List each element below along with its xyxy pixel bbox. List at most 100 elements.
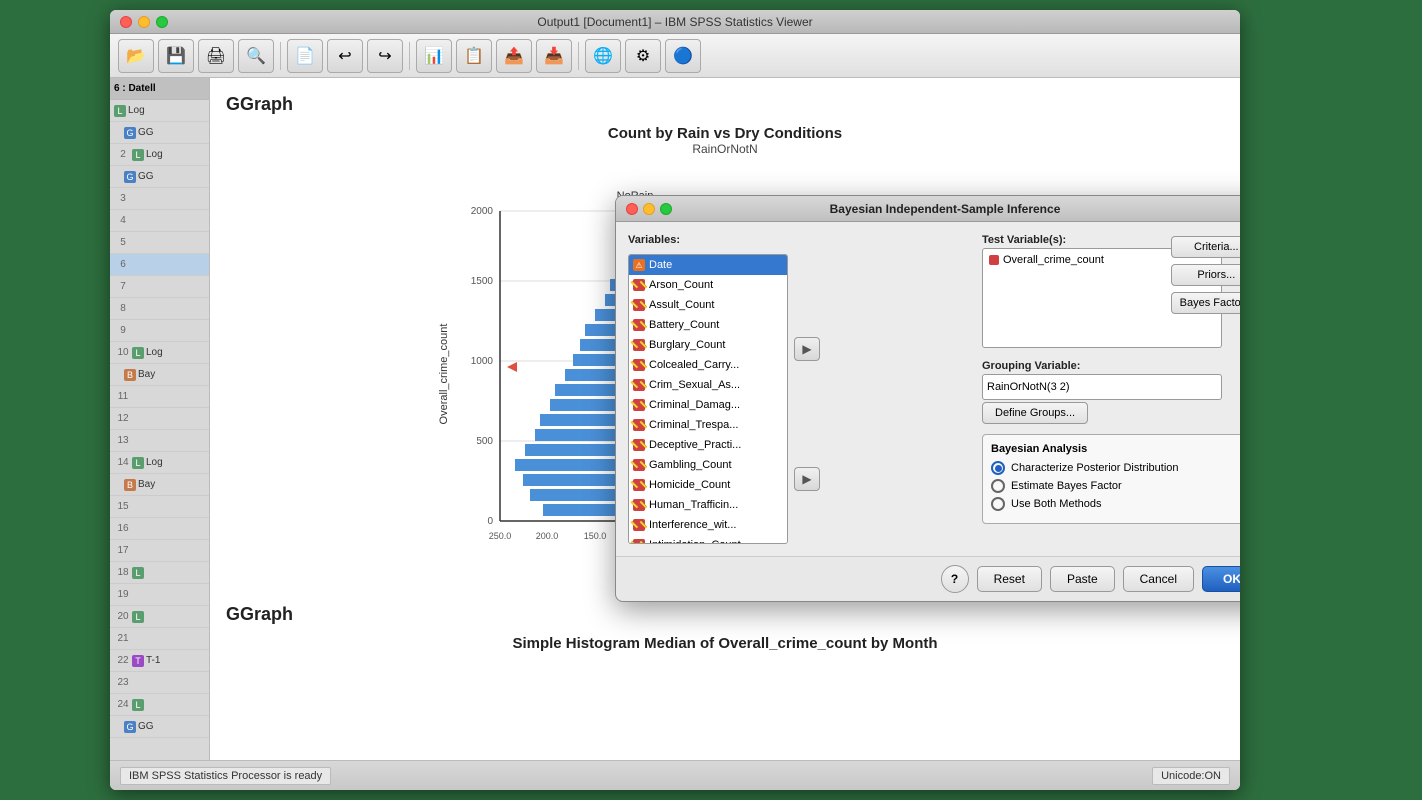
sidebar-row-12[interactable]: 12: [110, 408, 209, 430]
sidebar-row-log1[interactable]: L Log: [110, 100, 209, 122]
var-label-interference: Interference_wit...: [649, 519, 736, 531]
var-item-date[interactable]: Date: [629, 255, 787, 275]
var-icon-battery: 📏: [633, 319, 645, 331]
paste-button[interactable]: Paste: [1050, 566, 1115, 592]
dialog-max[interactable]: [660, 203, 672, 215]
save-button[interactable]: 💾: [158, 39, 194, 73]
bayesian-analysis-label: Bayesian Analysis: [991, 443, 1240, 455]
web-button[interactable]: 🌐: [585, 39, 621, 73]
bayes-factor-button[interactable]: Bayes Factor...: [1171, 292, 1240, 314]
var-item-crimsexual[interactable]: 📏 Crim_Sexual_As...: [629, 375, 787, 395]
ok-button[interactable]: OK: [1202, 566, 1240, 592]
var-item-intimidation[interactable]: 📏 Intimidation_Count: [629, 535, 787, 544]
sidebar-row-22-t[interactable]: 22 T T-1: [110, 650, 209, 672]
cancel-button[interactable]: Cancel: [1123, 566, 1194, 592]
print-button[interactable]: 🖨: [198, 39, 234, 73]
sidebar-row-13[interactable]: 13: [110, 430, 209, 452]
chart-subtitle: RainOrNotN: [226, 142, 1224, 156]
move-to-test-button[interactable]: ▶: [794, 337, 820, 361]
var-item-arson[interactable]: 📏 Arson_Count: [629, 275, 787, 295]
export-button[interactable]: 📤: [496, 39, 532, 73]
define-groups-button[interactable]: Define Groups...: [982, 402, 1088, 424]
var-item-crimtrespa[interactable]: 📏 Criminal_Trespa...: [629, 415, 787, 435]
var-item-battery[interactable]: 📏 Battery_Count: [629, 315, 787, 335]
sidebar-row-15[interactable]: 15: [110, 496, 209, 518]
var-item-crimdamag[interactable]: 📏 Criminal_Damag...: [629, 395, 787, 415]
radio-posterior[interactable]: [991, 461, 1005, 475]
log-icon24: L: [132, 699, 144, 711]
var-icon-colcealed: 📏: [633, 359, 645, 371]
minimize-button[interactable]: [138, 16, 150, 28]
settings-button[interactable]: ⚙: [625, 39, 661, 73]
sidebar-row-14-log[interactable]: 14 L Log: [110, 452, 209, 474]
dialog-close[interactable]: [626, 203, 638, 215]
import-button[interactable]: 📥: [536, 39, 572, 73]
priors-button[interactable]: Priors...: [1171, 264, 1240, 286]
find-button[interactable]: 🔍: [238, 39, 274, 73]
grouping-variable-value: RainOrNotN(3 2): [987, 381, 1070, 393]
log-icon18: L: [132, 567, 144, 579]
sidebar-row-7[interactable]: 7: [110, 276, 209, 298]
maximize-button[interactable]: [156, 16, 168, 28]
var-item-human[interactable]: 📏 Human_Trafficin...: [629, 495, 787, 515]
sidebar-row-6[interactable]: 6: [110, 254, 209, 276]
sidebar-row-5[interactable]: 5: [110, 232, 209, 254]
svg-text:2000: 2000: [471, 206, 494, 217]
sidebar-row-bay1[interactable]: B Bay: [110, 364, 209, 386]
dialog-right-panel: Test Variable(s): Overall_crime_count Cr…: [982, 234, 1240, 544]
sidebar-row-24-log[interactable]: 24 L: [110, 694, 209, 716]
sidebar-row-2[interactable]: 2 L Log: [110, 144, 209, 166]
open-button[interactable]: 📂: [118, 39, 154, 73]
sidebar-row-16[interactable]: 16: [110, 518, 209, 540]
radio-row-posterior[interactable]: Characterize Posterior Distribution: [991, 461, 1240, 475]
redo-button[interactable]: ↪: [367, 39, 403, 73]
undo-button[interactable]: ↩: [327, 39, 363, 73]
var-item-homicide[interactable]: 📏 Homicide_Count: [629, 475, 787, 495]
close-button[interactable]: [120, 16, 132, 28]
move-to-group-button[interactable]: ▶: [794, 467, 820, 491]
spss-button[interactable]: 🔵: [665, 39, 701, 73]
traffic-lights: [120, 16, 168, 28]
var-icon-burglary: 📏: [633, 339, 645, 351]
sidebar-row-19[interactable]: 19: [110, 584, 209, 606]
sidebar-row-gg2[interactable]: G GG: [110, 166, 209, 188]
criteria-button[interactable]: Criteria...: [1171, 236, 1240, 258]
variables-list[interactable]: Date 📏 Arson_Count 📏 Assult_Count: [628, 254, 788, 544]
var-item-interference[interactable]: 📏 Interference_wit...: [629, 515, 787, 535]
sidebar-row-3[interactable]: 3: [110, 188, 209, 210]
sidebar-row-23[interactable]: 23: [110, 672, 209, 694]
sidebar-row-17[interactable]: 17: [110, 540, 209, 562]
var-item-assult[interactable]: 📏 Assult_Count: [629, 295, 787, 315]
log-icon14: L: [132, 457, 144, 469]
var-icon-crimdamag: 📏: [633, 399, 645, 411]
chart-main-title: Count by Rain vs Dry Conditions: [226, 125, 1224, 142]
dialog-min[interactable]: [643, 203, 655, 215]
radio-estimate[interactable]: [991, 479, 1005, 493]
log-icon20: L: [132, 611, 144, 623]
sidebar-row-gg1[interactable]: G GG: [110, 122, 209, 144]
help-button[interactable]: ?: [941, 565, 969, 593]
radio-row-estimate[interactable]: Estimate Bayes Factor: [991, 479, 1240, 493]
reset-button[interactable]: Reset: [977, 566, 1042, 592]
var-item-deceptive[interactable]: 📏 Deceptive_Practi...: [629, 435, 787, 455]
var-item-colcealed[interactable]: 📏 Colcealed_Carry...: [629, 355, 787, 375]
var-item-burglary[interactable]: 📏 Burglary_Count: [629, 335, 787, 355]
gg-icon2: G: [124, 171, 136, 183]
variables-label: Variables:: [628, 234, 972, 246]
sidebar-row-20-log[interactable]: 20 L: [110, 606, 209, 628]
sidebar-row-18-log[interactable]: 18 L: [110, 562, 209, 584]
sidebar-row-21[interactable]: 21: [110, 628, 209, 650]
sidebar-row-10-log[interactable]: 10 L Log: [110, 342, 209, 364]
new-button[interactable]: 📄: [287, 39, 323, 73]
table-button[interactable]: 📋: [456, 39, 492, 73]
sidebar-row-gg3[interactable]: G GG: [110, 716, 209, 738]
chart-button[interactable]: 📊: [416, 39, 452, 73]
sidebar-row-9[interactable]: 9: [110, 320, 209, 342]
var-item-gambling[interactable]: 📏 Gambling_Count: [629, 455, 787, 475]
sidebar-row-8[interactable]: 8: [110, 298, 209, 320]
sidebar-row-bay2[interactable]: B Bay: [110, 474, 209, 496]
radio-both[interactable]: [991, 497, 1005, 511]
radio-row-both[interactable]: Use Both Methods: [991, 497, 1240, 511]
sidebar-row-11[interactable]: 11: [110, 386, 209, 408]
sidebar-row-4[interactable]: 4: [110, 210, 209, 232]
